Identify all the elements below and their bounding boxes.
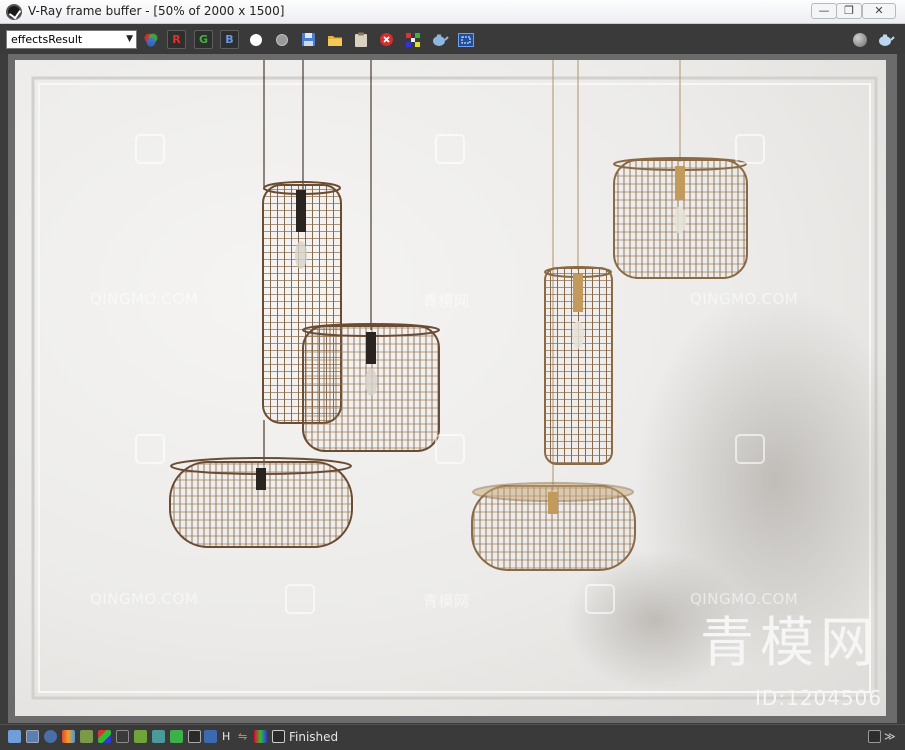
- fit-icon[interactable]: [272, 730, 285, 743]
- watermark-logo-icon: [435, 134, 465, 164]
- title-bar: V-Ray frame buffer - [50% of 2000 x 1500…: [0, 0, 905, 24]
- restore-button[interactable]: ❐: [836, 3, 862, 19]
- rgb-channels-icon[interactable]: [141, 30, 160, 49]
- watermark-logo-icon: [135, 434, 165, 464]
- green-channel-button[interactable]: G: [194, 30, 213, 49]
- white-circle-icon[interactable]: [246, 30, 265, 49]
- pendant-lamp-tall-right: [544, 266, 613, 465]
- stamp-icon[interactable]: [204, 730, 217, 743]
- watermark-logo-icon: [585, 584, 615, 614]
- toolbar: effectsResult ▼ R G B: [0, 24, 905, 54]
- image-id-label: ID:1204506: [755, 686, 883, 710]
- status-text: Finished: [289, 730, 339, 744]
- watermark-logo-icon: [285, 584, 315, 614]
- render-channel-value: effectsResult: [11, 33, 83, 46]
- teapot-render-icon[interactable]: [430, 30, 449, 49]
- clipboard-icon[interactable]: [351, 30, 370, 49]
- settings-sphere-icon[interactable]: [850, 30, 869, 49]
- watermark-text: QINGMO.COM: [90, 290, 199, 308]
- watermark-text: QINGMO.COM: [690, 290, 799, 308]
- exposure-icon[interactable]: [134, 730, 147, 743]
- watermark-logo-icon: [435, 434, 465, 464]
- gray-circle-icon[interactable]: [272, 30, 291, 49]
- pendant-lamp-drum-mid: [302, 323, 440, 452]
- lens-effects-icon[interactable]: [80, 730, 93, 743]
- close-button[interactable]: ✕: [862, 3, 896, 19]
- window-title: V-Ray frame buffer - [50% of 2000 x 1500…: [28, 4, 285, 18]
- save-icon[interactable]: [299, 30, 318, 49]
- pendant-lamp-flat-right: [471, 482, 636, 571]
- expand-icon[interactable]: ≫: [884, 730, 897, 743]
- render-channel-select[interactable]: effectsResult ▼: [6, 30, 137, 49]
- compare-icon[interactable]: [188, 730, 201, 743]
- color-correction-icon[interactable]: [62, 730, 75, 743]
- teapot-icon[interactable]: [876, 30, 895, 49]
- levels-icon[interactable]: [98, 730, 111, 743]
- pendant-lamp-drum-right: [613, 157, 748, 279]
- white-balance-icon[interactable]: [152, 730, 165, 743]
- watermark-logo-icon: [735, 434, 765, 464]
- watermark-text: 青模网: [423, 592, 470, 610]
- brand-watermark: 青模网: [700, 611, 880, 674]
- log-icon[interactable]: [26, 730, 39, 743]
- horizontal-compare-icon[interactable]: H: [222, 730, 235, 743]
- track-mouse-icon[interactable]: [403, 30, 422, 49]
- status-bar: H ⇋ Finished ≫: [0, 724, 905, 750]
- watermark-text: 青模网: [423, 292, 470, 310]
- pendant-lamp-flat-left: [169, 457, 353, 548]
- blue-channel-button[interactable]: B: [220, 30, 239, 49]
- minimize-button[interactable]: —: [811, 3, 837, 19]
- clear-icon[interactable]: [377, 30, 396, 49]
- watermark-logo-icon: [735, 134, 765, 164]
- history-icon[interactable]: [8, 730, 21, 743]
- ab-compare-icon[interactable]: ⇋: [238, 730, 251, 743]
- red-channel-button[interactable]: R: [167, 30, 186, 49]
- window-mode-icon[interactable]: [868, 730, 881, 743]
- info-icon[interactable]: [44, 730, 57, 743]
- chevron-down-icon: ▼: [126, 34, 133, 44]
- render-image[interactable]: QINGMO.COM 青模网 QINGMO.COM QINGMO.COM 青模网…: [15, 60, 886, 716]
- curves-icon[interactable]: [116, 730, 129, 743]
- channel-compare-icon[interactable]: [254, 730, 267, 743]
- region-render-icon[interactable]: [456, 30, 475, 49]
- watermark-logo-icon: [135, 134, 165, 164]
- watermark-text: QINGMO.COM: [90, 590, 199, 608]
- hue-saturation-icon[interactable]: [170, 730, 183, 743]
- vray-logo-icon: [6, 4, 22, 20]
- open-folder-icon[interactable]: [325, 30, 344, 49]
